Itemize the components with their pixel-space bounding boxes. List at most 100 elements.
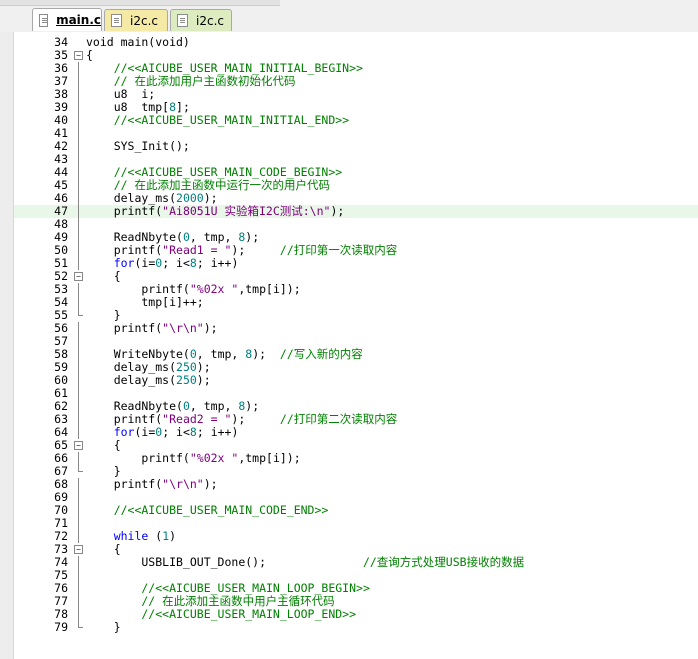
toolbar-edge (0, 0, 280, 6)
tab-main-c[interactable]: main.c (32, 8, 102, 31)
code-line[interactable]: 70 //<<AICUBE_USER_MAIN_CODE_END>> (0, 504, 698, 517)
code-token: ReadNbyte( (86, 230, 183, 244)
fold-guide (74, 231, 83, 244)
fold-guide (74, 400, 83, 413)
code-text: delay_ms(250); (86, 374, 211, 387)
code-text: printf("\r\n"); (86, 322, 218, 335)
code-token: "\r\n" (162, 477, 204, 491)
code-text: void main(void) (86, 36, 190, 49)
code-line[interactable]: 56 printf("\r\n"); (0, 322, 698, 335)
code-token: u8 i; (86, 87, 156, 101)
code-token: "Read2 = " (162, 412, 232, 426)
code-token: , tmp, (196, 347, 246, 361)
code-line[interactable]: 40 //<<AICUBE_USER_MAIN_INITIAL_END>> (0, 114, 698, 127)
fold-guide (74, 179, 83, 192)
code-line[interactable]: 60 delay_ms(250); (0, 374, 698, 387)
code-token: // 在此添加主函数中运行一次的用户代码 (86, 178, 330, 192)
code-token: ); (330, 204, 345, 218)
code-token: 2000 (176, 191, 204, 205)
code-token: { (86, 48, 93, 62)
code-token: SYS_Init(); (86, 139, 190, 153)
file-icon (177, 14, 188, 27)
tab-i2c-c[interactable]: i2c.c (104, 9, 168, 31)
code-token: //打印第二次读取内容 (279, 412, 398, 426)
code-line[interactable]: 34 void main(void) (0, 36, 698, 49)
code-token: , tmp, (189, 230, 239, 244)
code-text: //<<AICUBE_USER_MAIN_LOOP_END>> (86, 608, 356, 621)
code-token: delay_ms( (86, 360, 177, 374)
fold-guide (74, 621, 83, 634)
code-token: printf( (86, 204, 163, 218)
code-token: ); (245, 399, 260, 413)
tab-i2c-c-2[interactable]: i2c.c (170, 9, 232, 31)
file-icon (39, 13, 49, 27)
code-token: ); (252, 347, 280, 361)
code-token: 0 (182, 230, 190, 244)
code-token: "%02x " (189, 282, 239, 296)
code-token: ; i< (162, 256, 190, 270)
fold-guide (74, 192, 83, 205)
fold-toggle-icon[interactable] (74, 439, 83, 452)
code-token: // 在此添加主函数中用户主循环代码 (86, 594, 335, 608)
code-token: for (113, 256, 135, 270)
fold-guide (74, 244, 83, 257)
code-line[interactable]: 68 printf("\r\n"); (0, 478, 698, 491)
code-token: //<<AICUBE_USER_MAIN_INITIAL_END>> (86, 113, 350, 127)
code-token: (i= (134, 256, 156, 270)
code-token: ( (148, 529, 163, 543)
code-token: //查询方式处理USB接收的数据 (362, 555, 525, 569)
tab-label: i2c.c (196, 13, 224, 28)
fold-guide (74, 426, 83, 439)
fold-guide (74, 205, 83, 218)
code-text: USBLIB_OUT_Done(); //查询方式处理USB接收的数据 (86, 556, 524, 569)
fold-guide (74, 114, 83, 127)
fold-guide (74, 296, 83, 309)
code-text: //<<AICUBE_USER_MAIN_INITIAL_END>> (86, 114, 349, 127)
code-token: 250 (176, 373, 197, 387)
code-token: printf( (86, 451, 190, 465)
code-text: SYS_Init(); (86, 140, 190, 153)
code-token: ); (203, 191, 218, 205)
fold-guide (74, 140, 83, 153)
code-token: // 在此添加用户主函数初始化代码 (86, 74, 296, 88)
code-token: //<<AICUBE_USER_MAIN_INITIAL_BEGIN>> (86, 61, 363, 75)
fold-guide (74, 322, 83, 335)
code-token: u8 tmp[ (86, 100, 170, 114)
code-token: tmp[i]++; (86, 295, 204, 309)
fold-toggle-icon[interactable] (74, 49, 83, 62)
code-token: delay_ms( (86, 373, 177, 387)
code-token: //<<AICUBE_USER_MAIN_CODE_BEGIN>> (86, 165, 343, 179)
code-editor[interactable]: 34void main(void)35{36 //<<AICUBE_USER_M… (0, 32, 698, 659)
fold-guide (74, 595, 83, 608)
fold-toggle-icon[interactable] (74, 270, 83, 283)
code-token: //<<AICUBE_USER_MAIN_LOOP_END>> (86, 607, 357, 621)
code-token: ); (245, 230, 260, 244)
fold-guide (74, 127, 83, 140)
fold-guide (74, 62, 83, 75)
code-token: { (86, 269, 121, 283)
code-token: 8 (189, 256, 197, 270)
code-line[interactable]: 47 printf("Ai8051U 实验箱I2C测试:\n"); (0, 205, 698, 218)
code-token: //<<AICUBE_USER_MAIN_LOOP_BEGIN>> (86, 581, 370, 595)
code-token: //写入新的内容 (279, 347, 363, 361)
fold-guide (74, 361, 83, 374)
fold-toggle-icon[interactable] (74, 543, 83, 556)
fold-guide (74, 88, 83, 101)
code-token: 8 (169, 100, 177, 114)
code-line[interactable]: 79 } (0, 621, 698, 634)
code-token: ,tmp[i]); (238, 451, 301, 465)
code-text: //<<AICUBE_USER_MAIN_CODE_END>> (86, 504, 329, 517)
fold-guide (74, 478, 83, 491)
fold-guide (74, 413, 83, 426)
code-token: WriteNbyte( (86, 347, 190, 361)
code-token: ) (169, 529, 177, 543)
file-icon (111, 14, 122, 27)
tab-strip: main.c i2c.c i2c.c (0, 0, 698, 33)
code-token: for (113, 425, 135, 439)
code-token: , tmp, (189, 399, 239, 413)
code-line[interactable]: 42 SYS_Init(); (0, 140, 698, 153)
code-token: ; i< (162, 425, 190, 439)
code-line[interactable]: 74 USBLIB_OUT_Done(); //查询方式处理USB接收的数据 (0, 556, 698, 569)
